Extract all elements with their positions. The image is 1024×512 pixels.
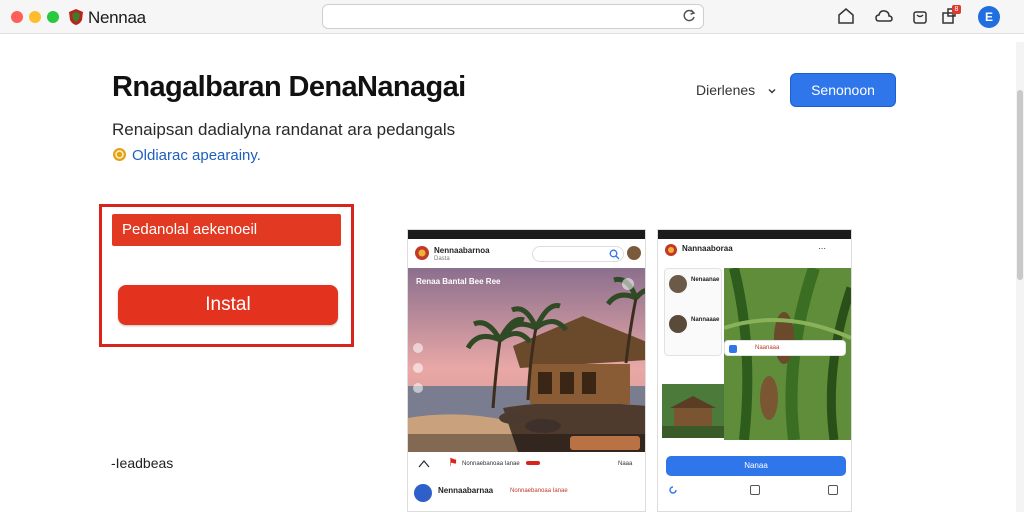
page-title: Rnagalbaran DenaNanagai bbox=[112, 71, 466, 103]
phone-search-input[interactable] bbox=[532, 246, 624, 262]
hero-image bbox=[408, 268, 645, 452]
title-bar: Nennaa 8 E bbox=[0, 0, 1024, 34]
profile-card-2-title: Nannaaae bbox=[691, 317, 720, 323]
post-avatar[interactable] bbox=[414, 484, 432, 502]
menu-icon[interactable] bbox=[828, 485, 838, 495]
scrollbar-thumb[interactable] bbox=[1017, 90, 1023, 280]
minimize-window-button[interactable] bbox=[29, 11, 41, 23]
info-note[interactable]: Oldiarac apearainy. bbox=[112, 147, 261, 164]
phone-post-title: Nennaabarnaa bbox=[438, 486, 494, 495]
profile-card-list: Nenaanae Nannaaae bbox=[664, 268, 722, 356]
coin-icon bbox=[113, 148, 126, 161]
account-avatar[interactable]: E bbox=[978, 6, 1000, 28]
page-subtitle: Renaipsan dadialyna randanat ara pedanga… bbox=[112, 120, 456, 139]
screenshot-phone-1[interactable]: Nennaabarnoa Dasta Renaa Bantal Bee Ree … bbox=[407, 229, 646, 512]
language-selector[interactable]: Dierlenes bbox=[696, 82, 777, 98]
flag-icon[interactable]: ⚑ bbox=[448, 458, 458, 469]
chevron-down-icon bbox=[768, 89, 776, 94]
phone-post-author: Nonnaebanoaa Ianae bbox=[462, 461, 520, 467]
profile-avatar-1[interactable] bbox=[669, 275, 687, 293]
profile-avatar-2[interactable] bbox=[669, 315, 687, 333]
cloud-icon[interactable] bbox=[874, 6, 894, 26]
tag-label: Naanaaa bbox=[755, 345, 780, 351]
install-highlight-box: Pedanolal aekenoeil Instal bbox=[99, 204, 354, 347]
screenshot-phone-2[interactable]: Nannaaboraa ⋯ Nenaanae Nannaaae Naanaaa bbox=[657, 229, 852, 512]
close-window-button[interactable] bbox=[11, 11, 23, 23]
tag-bar[interactable]: Naanaaa bbox=[724, 340, 846, 356]
address-bar[interactable] bbox=[322, 4, 704, 29]
reload-icon[interactable] bbox=[681, 8, 697, 24]
footer-link[interactable]: -Ieadbeas bbox=[111, 455, 173, 471]
language-label: Dierlenes bbox=[696, 82, 756, 98]
home-icon[interactable] bbox=[836, 6, 856, 26]
app-logo-icon bbox=[69, 9, 83, 25]
phone-avatar[interactable] bbox=[627, 246, 641, 260]
status-bar bbox=[408, 230, 645, 239]
app-logo-icon bbox=[665, 244, 677, 256]
hut-thumbnail[interactable] bbox=[662, 384, 724, 438]
status-bar bbox=[658, 230, 851, 239]
phone-app-subtitle: Dasta bbox=[434, 256, 450, 262]
app-logo-icon bbox=[415, 246, 429, 260]
hero-caption: Renaa Bantal Bee Ree bbox=[416, 277, 501, 286]
search-icon bbox=[609, 249, 620, 260]
phone-app-title: Nannaaboraa bbox=[682, 244, 733, 253]
more-options-icon[interactable]: ⋯ bbox=[818, 244, 826, 253]
tabs-icon[interactable] bbox=[750, 485, 760, 495]
tag-icon bbox=[729, 345, 737, 353]
install-label: Pedanolal aekenoeil bbox=[112, 214, 341, 246]
profile-card-1-title: Nenaanae bbox=[691, 277, 720, 283]
zoom-window-button[interactable] bbox=[47, 11, 59, 23]
back-icon[interactable] bbox=[668, 485, 678, 495]
phone-more-label[interactable]: Naaa bbox=[618, 461, 632, 467]
phone-app-title: Nennaabarnoa bbox=[434, 246, 490, 255]
chevron-up-icon[interactable] bbox=[418, 459, 430, 469]
page-scrollbar[interactable] bbox=[1016, 42, 1024, 512]
reaction-indicator bbox=[526, 461, 540, 465]
bag-icon[interactable] bbox=[910, 6, 930, 26]
info-note-text: Oldiarac apearainy. bbox=[132, 147, 261, 164]
notification-badge: 8 bbox=[952, 5, 961, 14]
phone-post-tag: Nonnaebanoaa Ianae bbox=[510, 488, 568, 494]
browser-window: Nennaa 8 E Rnagalbaran DenaNanagai Dierl… bbox=[0, 0, 1024, 512]
primary-action-button[interactable]: Senonoon bbox=[790, 73, 896, 107]
app-name: Nennaa bbox=[88, 8, 146, 27]
phone-primary-button[interactable]: Nanaa bbox=[666, 456, 846, 476]
install-button[interactable]: Instal bbox=[118, 285, 338, 325]
